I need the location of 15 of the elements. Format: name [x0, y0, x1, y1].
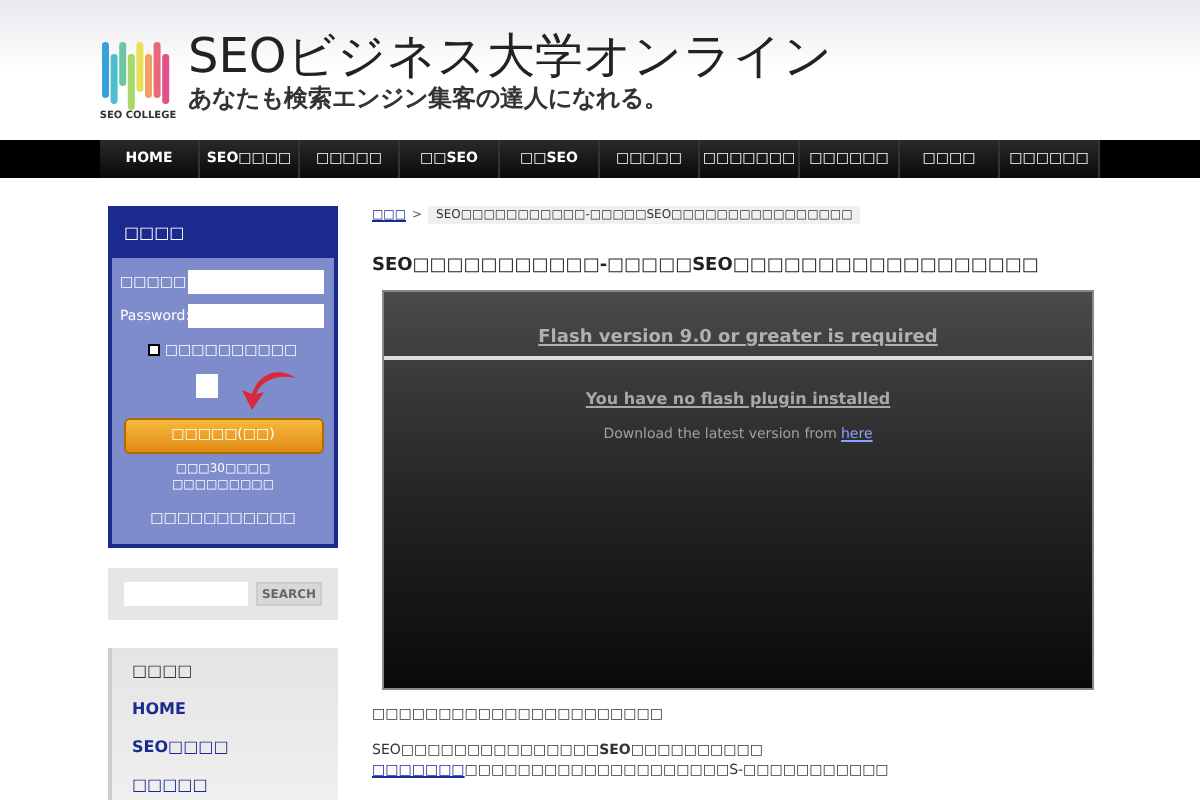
username-field[interactable] [188, 270, 324, 294]
search-field[interactable] [124, 582, 248, 606]
password-field[interactable] [188, 304, 324, 328]
flash-heading: Flash version 9.0 or greater is required [538, 325, 938, 351]
menu-item[interactable]: HOME [132, 698, 338, 722]
site-title: SEOビジネス大学オンライン [188, 28, 833, 84]
page-title: SEO□□□□□□□□□□□-□□□□□SEO□□□□□□□□□□□□□□□□□□ [372, 254, 1041, 278]
flash-message: You have no flash plugin installed [585, 388, 891, 412]
login-title: □□□□ [124, 222, 185, 246]
site-tagline: あなたも検索エンジン集客の達人になれる。 [188, 84, 670, 112]
menu-item[interactable]: □□□□□ [132, 774, 338, 798]
menu-title: □□□□ [132, 660, 195, 684]
captcha-box [196, 373, 218, 397]
remember-checkbox[interactable] [148, 344, 161, 357]
menu-item[interactable]: SEO□□□□ [132, 736, 338, 760]
